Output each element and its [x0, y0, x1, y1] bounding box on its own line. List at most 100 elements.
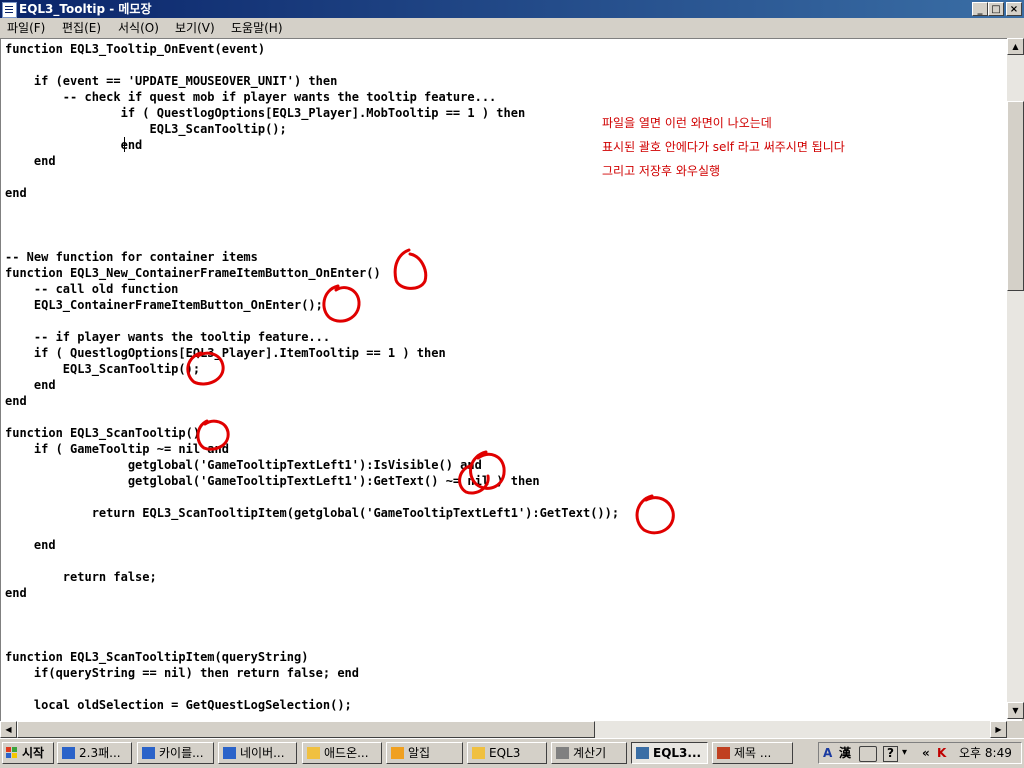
code-line[interactable]: -- call old function	[5, 281, 1001, 297]
taskbar-button-label: 제목 ...	[734, 746, 772, 760]
annotation-note-1: 파일을 열면 이런 와면이 나오는데	[602, 116, 772, 130]
code-line[interactable]: end	[5, 153, 1001, 169]
minimize-button[interactable]: _	[972, 2, 988, 16]
taskbar-button[interactable]: 네이버...	[218, 742, 297, 764]
code-line[interactable]: if (event == 'UPDATE_MOUSEOVER_UNIT') th…	[5, 73, 1001, 89]
scroll-down-button[interactable]: ▼	[1007, 702, 1024, 719]
code-line[interactable]: EQL3_ScanTooltip();	[5, 361, 1001, 377]
ime-settings-icon[interactable]	[859, 746, 877, 762]
code-line[interactable]	[5, 57, 1001, 73]
notepad-icon[interactable]	[2, 2, 17, 18]
taskbar-button[interactable]: 2.3패...	[57, 742, 132, 764]
taskbar-button[interactable]: 애드온...	[302, 742, 382, 764]
help-icon[interactable]: ?	[883, 746, 898, 762]
taskbar-button-label: EQL3	[489, 746, 521, 760]
code-line[interactable]: -- check if quest mob if player wants th…	[5, 89, 1001, 105]
title-bar[interactable]: EQL3_Tooltip - 메모장 _ □ ×	[0, 0, 1024, 18]
code-line[interactable]	[5, 169, 1001, 185]
code-line[interactable]: end	[5, 537, 1001, 553]
scroll-right-button[interactable]: ▶	[990, 721, 1007, 738]
taskbar-button[interactable]: EQL3...	[631, 742, 708, 764]
code-line[interactable]: function EQL3_ScanTooltip()	[5, 425, 1001, 441]
code-line[interactable]: local oldSelection = GetQuestLogSelectio…	[5, 697, 1001, 713]
taskbar-button-label: 2.3패...	[79, 746, 121, 760]
code-line[interactable]	[5, 633, 1001, 649]
horizontal-scrollbar[interactable]: ◀ ▶	[0, 721, 1007, 738]
taskbar-button-label: 카이를...	[159, 746, 204, 760]
taskbar-button-label: EQL3...	[653, 746, 702, 760]
code-line[interactable]: -- New function for container items	[5, 249, 1001, 265]
code-line[interactable]	[5, 201, 1001, 217]
taskbar: 시작 2.3패... 카이를... 네이버... 애드온... 알집 EQL3 계산기 EQL…	[0, 738, 1024, 768]
code-line[interactable]: getglobal('GameTooltipTextLeft1'):IsVisi…	[5, 457, 1001, 473]
code-line[interactable]	[5, 681, 1001, 697]
calculator-icon	[556, 747, 569, 759]
code-line[interactable]	[5, 313, 1001, 329]
code-line[interactable]: end	[5, 137, 1001, 153]
code-line[interactable]: end	[5, 377, 1001, 393]
taskbar-button[interactable]: EQL3	[467, 742, 547, 764]
code-line[interactable]: return EQL3_ScanTooltipItem(getglobal('G…	[5, 505, 1001, 521]
code-line[interactable]	[5, 553, 1001, 569]
windows-logo-icon	[6, 747, 17, 758]
code-line[interactable]	[5, 409, 1001, 425]
taskbar-button[interactable]: 카이를...	[137, 742, 214, 764]
start-button[interactable]: 시작	[2, 742, 54, 764]
code-line[interactable]: end	[5, 393, 1001, 409]
close-button[interactable]: ×	[1006, 2, 1022, 16]
ie-icon	[62, 747, 75, 759]
code-line[interactable]	[5, 601, 1001, 617]
ime-hanja-indicator[interactable]: 漢	[839, 744, 851, 762]
menu-view[interactable]: 보기(V)	[175, 20, 215, 36]
code-line[interactable]	[5, 521, 1001, 537]
menu-edit[interactable]: 편집(E)	[62, 20, 101, 36]
code-line[interactable]: end	[5, 185, 1001, 201]
code-line[interactable]: return false;	[5, 569, 1001, 585]
code-line[interactable]	[5, 233, 1001, 249]
code-line[interactable]: if(queryString == nil) then return false…	[5, 665, 1001, 681]
code-line[interactable]: function EQL3_New_ContainerFrameItemButt…	[5, 265, 1001, 281]
code-line[interactable]: function EQL3_ScanTooltipItem(queryStrin…	[5, 649, 1001, 665]
taskbar-button-label: 애드온...	[324, 746, 369, 760]
notepad-window: EQL3_Tooltip - 메모장 _ □ × 파일(F) 편집(E) 서식(…	[0, 0, 1024, 738]
paint-icon	[717, 747, 730, 759]
taskbar-button[interactable]: 제목 ...	[712, 742, 793, 764]
code-line[interactable]: if ( GameTooltip ~= nil and	[5, 441, 1001, 457]
code-line[interactable]	[5, 617, 1001, 633]
taskbar-button-label: 네이버...	[240, 746, 285, 760]
vertical-scrollbar[interactable]: ▲ ▼	[1007, 38, 1024, 719]
ime-arrow-icon[interactable]: ▾	[902, 744, 907, 762]
code-line[interactable]	[5, 489, 1001, 505]
code-line[interactable]: end	[5, 585, 1001, 601]
code-line[interactable]: EQL3_ContainerFrameItemButton_OnEnter();	[5, 297, 1001, 313]
antivirus-tray-icon[interactable]: K	[937, 744, 946, 762]
text-editor[interactable]: function EQL3_Tooltip_OnEvent(event) if …	[0, 38, 1022, 736]
code-line[interactable]: -- if player wants the tooltip feature..…	[5, 329, 1001, 345]
horizontal-scroll-thumb[interactable]	[17, 721, 595, 738]
scroll-up-button[interactable]: ▲	[1007, 38, 1024, 55]
system-tray: A 漢 ? ▾ « K 오후 8:49	[818, 742, 1022, 764]
maximize-button[interactable]: □	[988, 2, 1004, 16]
menu-format[interactable]: 서식(O)	[118, 20, 159, 36]
code-line[interactable]: if ( QuestlogOptions[EQL3_Player].MobToo…	[5, 105, 1001, 121]
menu-file[interactable]: 파일(F)	[7, 20, 45, 36]
menu-help[interactable]: 도움말(H)	[231, 20, 283, 36]
code-line[interactable]	[5, 217, 1001, 233]
taskbar-button[interactable]: 계산기	[551, 742, 627, 764]
code-line[interactable]: EQL3_ScanTooltip();	[5, 121, 1001, 137]
menu-bar: 파일(F) 편집(E) 서식(O) 보기(V) 도움말(H)	[0, 18, 1024, 38]
code-line[interactable]: if ( QuestlogOptions[EQL3_Player].ItemTo…	[5, 345, 1001, 361]
ie-icon	[142, 747, 155, 759]
vertical-scroll-thumb[interactable]	[1007, 101, 1024, 291]
ime-mode-indicator[interactable]: A	[823, 744, 832, 762]
folder-icon	[307, 747, 320, 759]
notepad-icon	[636, 747, 649, 759]
code-line[interactable]: function EQL3_Tooltip_OnEvent(event)	[5, 41, 1001, 57]
scroll-left-button[interactable]: ◀	[0, 721, 17, 738]
code-line[interactable]: getglobal('GameTooltipTextLeft1'):GetTex…	[5, 473, 1001, 489]
taskbar-button[interactable]: 알집	[386, 742, 463, 764]
clock[interactable]: 오후 8:49	[959, 744, 1012, 762]
tray-expand-button[interactable]: «	[922, 744, 930, 762]
folder-icon	[472, 747, 485, 759]
code-text[interactable]: function EQL3_Tooltip_OnEvent(event) if …	[5, 41, 1001, 715]
